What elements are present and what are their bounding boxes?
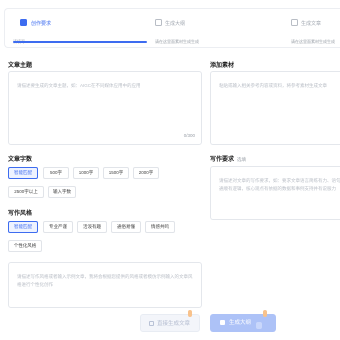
word-count-option[interactable]: 1500字 <box>103 167 129 179</box>
word-count-label: 文章字数 <box>8 157 33 163</box>
topic-input[interactable]: 请描述要生成的文章主题，如：AIGC在不同媒体应用中的应用 0/300 <box>8 71 202 145</box>
primary-badge <box>263 310 267 317</box>
step-generate-outline[interactable]: 生成大纲 请在这里面素材生成生成 <box>151 9 285 47</box>
topic-label: 文章主题 <box>8 63 33 69</box>
word-count-option[interactable]: 2000字 <box>133 167 159 179</box>
article-icon <box>149 321 154 326</box>
word-count-option[interactable]: 2500字以上 <box>8 186 44 198</box>
outline-icon <box>155 19 162 26</box>
material-label: 添加素材 <box>210 63 235 69</box>
step-title: 创作要求 <box>31 21 52 27</box>
step-desc: 请在这里面素材生成生成 <box>155 39 199 44</box>
material-input[interactable]: 粘贴或输入相关参考内容或资料，将参考素材生成文章 <box>210 71 340 145</box>
requirements-input[interactable]: 请描述对文章的写作要求，如：要求文章语言简练有力、语句通顺有逻辑，核心观点有依据… <box>210 166 340 220</box>
word-count-option[interactable]: 智能匹配 <box>8 167 38 179</box>
requirements-title: 写作要求 <box>210 157 235 163</box>
style-description-input[interactable]: 请描述写作风格或者输入示例文章，我将会根据您提供的风格或者模仿示例输入的文章风格… <box>8 262 202 308</box>
generate-outline-button[interactable]: 生成大纲 <box>210 314 276 332</box>
step-desc: 请在这里面素材生成生成 <box>291 39 335 44</box>
style-option[interactable]: 活泼有趣 <box>77 221 107 233</box>
step-title: 生成大纲 <box>165 21 186 27</box>
active-step-bar <box>13 41 147 43</box>
style-option[interactable]: 情感共鸣 <box>145 221 175 233</box>
style-description-placeholder: 请描述写作风格或者输入示例文章，我将会根据您提供的风格或者模仿示例输入的文章风格… <box>17 274 193 287</box>
style-option[interactable]: 个性化风格 <box>8 240 42 252</box>
primary-tag <box>256 322 262 329</box>
topic-placeholder: 请描述要生成的文章主题，如：AIGC在不同媒体应用中的应用 <box>17 83 141 88</box>
optional-hint: 选填 <box>237 157 247 162</box>
style-label: 写作风格 <box>8 211 33 217</box>
requirements-placeholder: 请描述对文章的写作要求，如：要求文章语言简练有力、语句通顺有逻辑，核心观点有依据… <box>219 178 340 191</box>
word-count-option[interactable]: 1000字 <box>73 167 99 179</box>
topic-char-count: 0/300 <box>183 133 195 138</box>
button-label: 直接生成文章 <box>157 321 191 327</box>
style-option[interactable]: 专业严谨 <box>43 221 73 233</box>
button-label: 生成大纲 <box>229 320 252 326</box>
style-option[interactable]: 通俗易懂 <box>111 221 141 233</box>
step-title: 生成文章 <box>301 21 322 27</box>
style-option[interactable]: 智能匹配 <box>8 221 38 233</box>
requirements-label: 写作要求 选填 <box>210 154 246 163</box>
edit-icon <box>20 19 27 26</box>
step-indicator: 创作要求 请填写 生成大纲 请在这里面素材生成生成 生成文章 请在这里面素材生成… <box>4 8 340 48</box>
article-icon <box>291 19 298 26</box>
word-count-option[interactable]: 500字 <box>43 167 69 179</box>
outline-icon <box>220 320 225 325</box>
material-placeholder: 粘贴或输入相关参考内容或资料，将参考素材生成文章 <box>219 83 327 88</box>
secondary-badge <box>188 310 192 317</box>
step-generate-article[interactable]: 生成文章 请在这里面素材生成生成 <box>289 9 340 47</box>
word-count-custom-input[interactable]: 输入字数 <box>48 186 76 198</box>
step-create-requirements[interactable]: 创作要求 请填写 <box>13 9 147 47</box>
